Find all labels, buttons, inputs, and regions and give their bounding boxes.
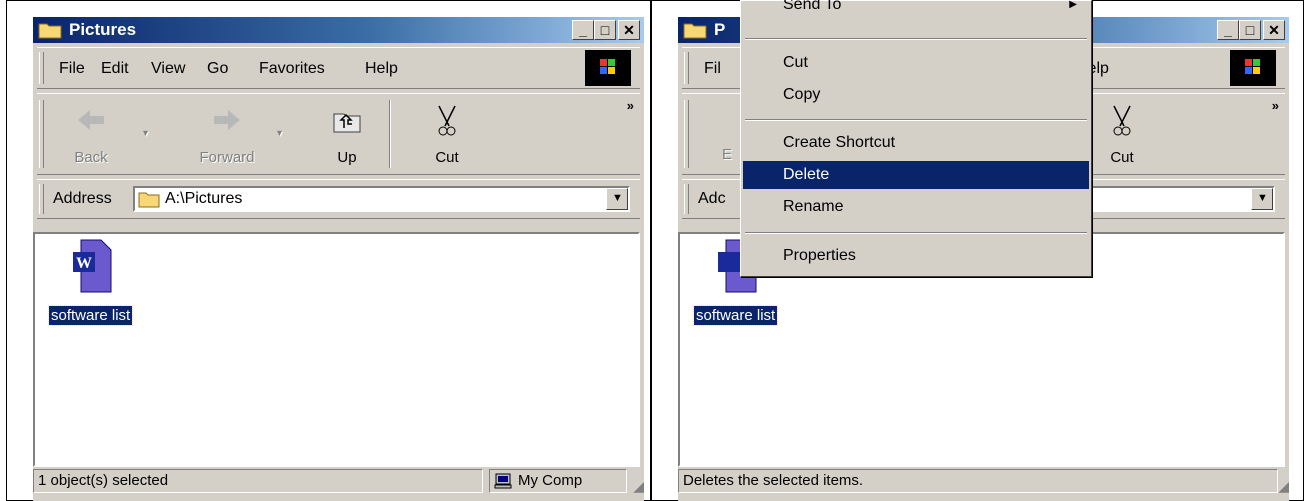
menu-edit[interactable]: Edit [101, 60, 129, 78]
toolbar-overflow-chevron[interactable]: » [1272, 98, 1279, 113]
status-text: Deletes the selected items. [678, 469, 1278, 493]
status-zone: My Comp [489, 469, 627, 493]
menu-file[interactable]: Fil [704, 60, 721, 78]
word-document-icon[interactable]: W [71, 238, 119, 294]
status-bar: 1 object(s) selected My Comp ◢ [33, 467, 644, 495]
chevron-down-icon: ▼ [1257, 192, 1268, 204]
address-bar: Address A:\Pictures ▼ [37, 179, 640, 219]
cut-button[interactable]: Cut [1094, 104, 1150, 166]
minimize-icon: _ [579, 22, 587, 38]
maximize-button[interactable]: □ [1239, 20, 1261, 40]
address-value: A:\Pictures [165, 190, 243, 207]
grip-handle[interactable] [684, 52, 689, 84]
file-name-label[interactable]: software list [692, 305, 779, 326]
menu-item-send-to[interactable]: Send To ▶ [743, 0, 1089, 17]
menu-separator [745, 119, 1087, 121]
chevron-down-icon: ▼ [612, 192, 623, 204]
menu-favorites[interactable]: Favorites [259, 60, 325, 78]
cut-button[interactable]: Cut [419, 104, 475, 166]
address-dropdown-button[interactable]: ▼ [1251, 188, 1273, 210]
toolbar-overflow-chevron[interactable]: » [627, 98, 634, 113]
forward-button[interactable]: Forward [187, 104, 267, 166]
folder-icon [38, 23, 62, 39]
back-label: Back [74, 149, 108, 166]
scissors-icon [1113, 105, 1131, 136]
menu-item-copy[interactable]: Copy [743, 81, 1089, 109]
back-arrow-icon [78, 110, 104, 130]
resize-grip-icon[interactable]: ◢ [1278, 478, 1289, 495]
forward-dropdown-icon[interactable]: ▾ [277, 128, 282, 139]
menu-file[interactable]: File [59, 60, 85, 78]
window-title: P [714, 20, 726, 39]
context-menu: Send To ▶ Cut Copy Create Shortcut Delet… [740, 0, 1092, 277]
forward-label: Forward [199, 149, 255, 166]
maximize-button[interactable]: □ [594, 20, 616, 40]
scissors-icon [438, 105, 456, 136]
close-button[interactable]: ✕ [618, 20, 640, 40]
menu-item-create-shortcut[interactable]: Create Shortcut [743, 129, 1089, 157]
address-input[interactable]: A:\Pictures ▼ [133, 186, 630, 212]
status-text: 1 object(s) selected [33, 469, 483, 493]
cut-label: Cut [435, 149, 459, 166]
status-bar: Deletes the selected items. ◢ [678, 467, 1289, 495]
address-label: Adc [698, 190, 726, 207]
computer-icon [494, 473, 512, 489]
address-dropdown-button[interactable]: ▼ [606, 188, 628, 210]
grip-handle[interactable] [39, 52, 44, 84]
folder-icon [683, 23, 707, 39]
back-button[interactable]: Back [61, 104, 121, 166]
toolbar-separator [389, 100, 391, 168]
menu-help[interactable]: Help [365, 60, 398, 78]
back-label-partial: E [722, 146, 733, 163]
up-label: Up [337, 149, 357, 166]
close-icon: ✕ [1268, 22, 1280, 38]
menu-go[interactable]: Go [207, 60, 228, 78]
grip-handle[interactable] [39, 100, 44, 168]
grip-handle[interactable] [684, 100, 689, 168]
submenu-arrow-icon: ▶ [1069, 0, 1077, 10]
close-button[interactable]: ✕ [1263, 20, 1285, 40]
left-panel: Pictures _ □ ✕ File Edit View Go Favorit… [6, 0, 651, 501]
minimize-icon: _ [1224, 22, 1232, 38]
menu-view[interactable]: View [151, 60, 185, 78]
menu-item-rename[interactable]: Rename [743, 193, 1089, 221]
file-name-label[interactable]: software list [47, 305, 134, 326]
explorer-window-left: Pictures _ □ ✕ File Edit View Go Favorit… [33, 17, 644, 501]
maximize-icon: □ [600, 22, 610, 38]
title-bar[interactable]: Pictures _ □ ✕ [33, 17, 644, 43]
resize-grip-icon[interactable]: ◢ [633, 478, 644, 495]
forward-arrow-icon [214, 110, 240, 130]
grip-handle[interactable] [39, 184, 44, 214]
menu-separator [745, 232, 1087, 234]
up-button[interactable]: Up [319, 104, 375, 166]
minimize-button[interactable]: _ [1217, 20, 1239, 40]
windows-logo-icon [585, 50, 631, 86]
address-label: Address [53, 190, 112, 207]
menu-item-properties[interactable]: Properties [743, 242, 1089, 270]
standard-toolbar: Back ▾ Forward ▾ Up Cut » [37, 93, 640, 175]
maximize-icon: □ [1245, 22, 1255, 38]
menu-separator [745, 38, 1087, 40]
back-dropdown-icon[interactable]: ▾ [143, 128, 148, 139]
menu-item-cut[interactable]: Cut [743, 49, 1089, 77]
status-zone-text: My Comp [518, 472, 583, 489]
cut-label: Cut [1110, 149, 1134, 166]
file-list-view[interactable]: W software list [33, 232, 640, 467]
minimize-button[interactable]: _ [572, 20, 594, 40]
window-title: Pictures [69, 20, 137, 39]
grip-handle[interactable] [684, 184, 689, 214]
svg-text:W: W [76, 255, 92, 272]
menu-bar: File Edit View Go Favorites Help [37, 47, 640, 89]
up-folder-icon [333, 113, 361, 133]
folder-icon [138, 192, 160, 208]
menu-item-label: Send To [783, 0, 842, 13]
menu-item-delete[interactable]: Delete [743, 161, 1089, 189]
windows-logo-icon [1230, 50, 1276, 86]
close-icon: ✕ [623, 22, 635, 38]
